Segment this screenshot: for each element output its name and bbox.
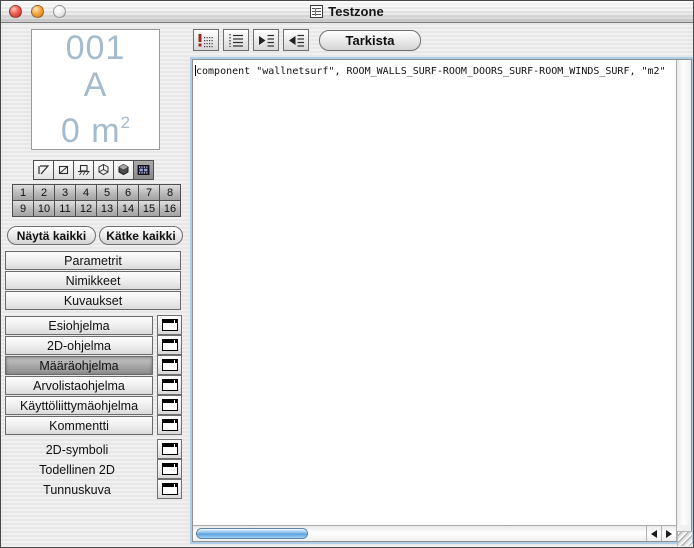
filmstrip-tool-button[interactable] [133, 160, 154, 180]
layer-button-2[interactable]: 2 [34, 185, 54, 200]
open-window-button-maaraohjelma[interactable] [157, 355, 182, 375]
left-arrow-icon [651, 529, 657, 538]
crossed-rectangle-icon [58, 165, 69, 175]
diagonal-line-icon [38, 165, 50, 175]
window-icon [161, 443, 178, 455]
open-window-button-esiohjelma[interactable] [157, 315, 182, 335]
close-button[interactable] [9, 5, 22, 18]
layer-button-9[interactable]: 9 [13, 201, 33, 216]
indent-button[interactable] [253, 29, 279, 51]
editor-frame: component "wallnetsurf", ROOM_WALLS_SURF… [192, 59, 692, 542]
window-title: Testzone [328, 4, 384, 19]
layer-button-16[interactable]: 16 [160, 201, 180, 216]
horizontal-scrollbar[interactable] [193, 525, 676, 541]
testzone-window: Testzone 001 A 0 m2 1 2 3 4 5 6 7 8 9 10… [0, 0, 694, 548]
open-window-button-kayttoliittymaohjelma[interactable] [157, 395, 182, 415]
right-arrow-icon [666, 529, 672, 538]
object-preview: 001 A 0 m2 [31, 29, 160, 150]
window-controls [9, 5, 66, 18]
window-icon [161, 463, 178, 475]
wireframe-solid-icon [98, 163, 109, 176]
window-icon [161, 359, 178, 371]
layer-button-6[interactable]: 6 [118, 185, 138, 200]
wireframe-solid-tool-button[interactable] [93, 160, 114, 180]
document-icon [310, 5, 324, 18]
layer-button-3[interactable]: 3 [55, 185, 75, 200]
title-bar: Testzone [1, 1, 693, 23]
layer-button-14[interactable]: 14 [118, 201, 138, 216]
list-format-button[interactable] [223, 29, 249, 51]
outdent-icon [289, 34, 304, 47]
layer-button-15[interactable]: 15 [139, 201, 159, 216]
horizontal-scrollbar-arrows [646, 526, 676, 541]
hide-all-button[interactable]: Kätke kaikki [99, 226, 183, 245]
view-label-tunnuskuva: Tunnuskuva [43, 483, 111, 497]
script-text: component "wallnetsurf", ROOM_WALLS_SURF… [196, 66, 666, 77]
preview-superscript: 2 [120, 112, 131, 132]
diagonal-line-tool-button[interactable] [33, 160, 54, 180]
list-format-icon [229, 34, 243, 47]
window-icon [161, 419, 178, 431]
open-window-button-arvolistaohjelma[interactable] [157, 375, 182, 395]
layer-button-12[interactable]: 12 [76, 201, 96, 216]
window-icon [161, 339, 178, 351]
open-window-button-todellinen-2d[interactable] [157, 459, 182, 479]
gdl-script-editor: component "wallnetsurf", ROOM_WALLS_SURF… [190, 57, 693, 544]
script-text-area[interactable]: component "wallnetsurf", ROOM_WALLS_SURF… [193, 60, 676, 525]
shaded-solid-icon [118, 163, 129, 176]
filmstrip-icon [137, 165, 150, 175]
layer-button-11[interactable]: 11 [55, 201, 75, 216]
scroll-right-button[interactable] [661, 526, 676, 541]
minimize-button[interactable] [31, 5, 44, 18]
open-window-button-kommentti[interactable] [157, 415, 182, 435]
window-icon [161, 399, 178, 411]
zoom-button[interactable] [53, 5, 66, 18]
script-button-arvolistaohjelma[interactable]: Arvolistaohjelma [5, 376, 153, 395]
horizontal-scrollbar-thumb[interactable] [196, 528, 308, 539]
check-button[interactable]: Tarkista [319, 30, 421, 51]
open-window-button-tunnuskuva[interactable] [157, 479, 182, 499]
view-label-2d-symboli: 2D-symboli [45, 443, 109, 457]
window-title-group: Testzone [310, 4, 384, 19]
window-icon [161, 319, 178, 331]
open-window-button-2d-symboli[interactable] [157, 439, 182, 459]
script-button-2d-ohjelma[interactable]: 2D-ohjelma [5, 336, 153, 355]
layer-button-5[interactable]: 5 [97, 185, 117, 200]
scroll-left-button[interactable] [646, 526, 661, 541]
check-syntax-button[interactable] [193, 29, 219, 51]
script-button-kayttoliittymaohjelma[interactable]: Käyttöliittymäohjelma [5, 396, 153, 415]
layer-button-1[interactable]: 1 [13, 185, 33, 200]
check-syntax-icon [198, 34, 213, 48]
window-icon [161, 379, 178, 391]
script-button-maaraohjelma[interactable]: Määräohjelma [5, 356, 153, 375]
display-mode-toolbar [33, 160, 154, 180]
object-on-ground-tool-button[interactable] [73, 160, 94, 180]
show-all-button[interactable]: Näytä kaikki [7, 226, 96, 245]
layer-button-4[interactable]: 4 [76, 185, 96, 200]
open-window-button-2d-ohjelma[interactable] [157, 335, 182, 355]
layer-button-8[interactable]: 8 [160, 185, 180, 200]
layer-button-10[interactable]: 10 [34, 201, 54, 216]
layer-grid: 1 2 3 4 5 6 7 8 9 10 11 12 13 14 15 16 [12, 184, 181, 217]
parameters-button[interactable]: Parametrit [5, 251, 181, 270]
vertical-scrollbar[interactable] [676, 60, 691, 525]
view-label-todellinen-2d: Todellinen 2D [39, 463, 115, 477]
object-on-ground-icon [78, 164, 90, 176]
layer-button-7[interactable]: 7 [139, 185, 159, 200]
crossed-rectangle-tool-button[interactable] [53, 160, 74, 180]
preview-line-2: A [83, 65, 108, 104]
outdent-button[interactable] [283, 29, 309, 51]
items-button[interactable]: Nimikkeet [5, 271, 181, 290]
descriptions-button[interactable]: Kuvaukset [5, 291, 181, 310]
layer-button-13[interactable]: 13 [97, 201, 117, 216]
preview-line-3: 0 m2 [60, 111, 131, 150]
window-icon [161, 483, 178, 495]
shaded-solid-tool-button[interactable] [113, 160, 134, 180]
preview-line-1: 001 [65, 28, 126, 67]
script-button-kommentti[interactable]: Kommentti [5, 416, 153, 435]
indent-icon [259, 34, 274, 47]
script-button-esiohjelma[interactable]: Esiohjelma [5, 316, 153, 335]
resize-grip[interactable] [677, 531, 692, 546]
